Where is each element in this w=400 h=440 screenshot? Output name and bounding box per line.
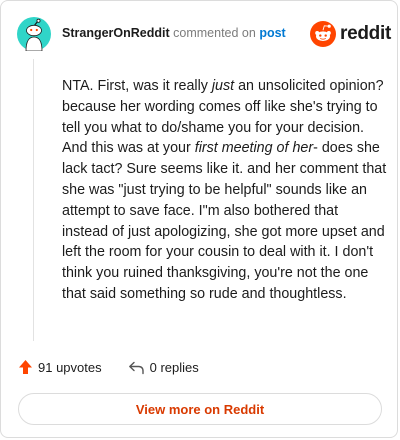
reply-count: 0 replies [149, 359, 199, 375]
comment-body: NTA. First, was it really just an unsoli… [62, 76, 388, 305]
comment-text-3: - does she lack tact? Sure seems like it… [62, 140, 387, 302]
comment-actions: 91 upvotes 0 replies [18, 359, 199, 375]
comment-emphasis-2: first meeting of her [194, 140, 314, 157]
upvote-button[interactable]: 91 upvotes [18, 359, 102, 375]
view-more-button[interactable]: View more on Reddit [18, 393, 382, 425]
reply-arrow-icon [128, 361, 144, 374]
post-link[interactable]: post [259, 26, 285, 40]
upvote-arrow-icon [19, 360, 32, 374]
thread-line [33, 59, 34, 341]
action-text: commented on [173, 26, 256, 40]
embedded-comment-card: StrangerOnReddit commented on post reddi… [0, 0, 398, 438]
snoo-avatar-icon [17, 17, 51, 52]
comment-text-1: NTA. First, was it really [62, 78, 212, 94]
reddit-wordmark: reddit [340, 23, 391, 44]
reddit-snoo-icon [310, 21, 336, 47]
comment-paragraph: NTA. First, was it really just an unsoli… [62, 76, 388, 305]
comment-emphasis-1: just [211, 78, 235, 94]
replies-button[interactable]: 0 replies [128, 360, 199, 375]
comment-header: StrangerOnReddit commented on post [62, 26, 286, 40]
reddit-logo[interactable]: reddit [310, 21, 391, 47]
avatar[interactable] [17, 17, 51, 52]
username[interactable]: StrangerOnReddit [62, 26, 170, 40]
upvote-count: 91 upvotes [38, 359, 102, 375]
